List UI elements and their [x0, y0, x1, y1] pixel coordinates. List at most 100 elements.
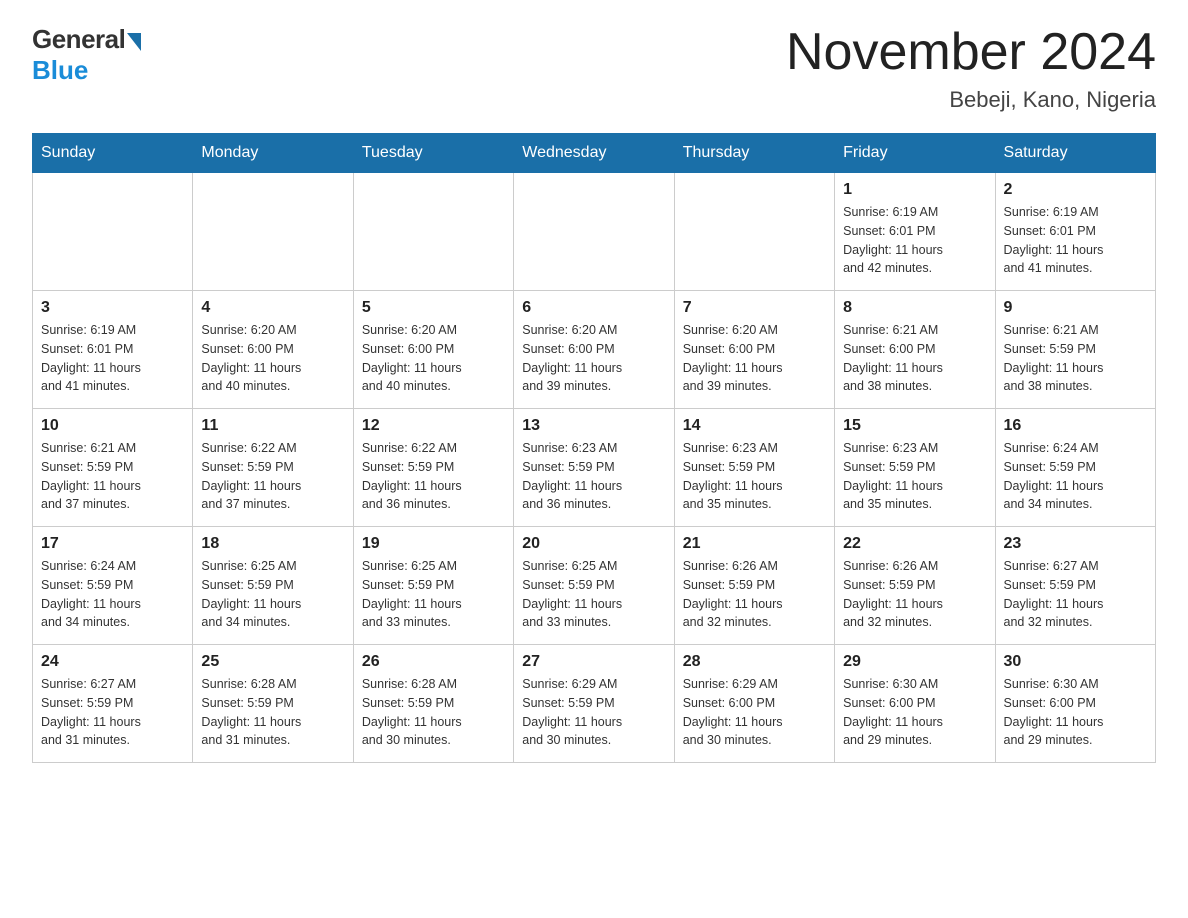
calendar-day-cell: 12Sunrise: 6:22 AMSunset: 5:59 PMDayligh…: [353, 409, 513, 527]
day-of-week-header: Thursday: [674, 134, 834, 173]
calendar-day-cell: [193, 173, 353, 291]
day-number: 3: [41, 299, 184, 317]
day-number: 15: [843, 417, 986, 435]
calendar-day-cell: 20 Sunrise: 6:25 AMSunset: 5:59 PMDayligh…: [514, 527, 674, 645]
day-number: 12: [362, 417, 505, 435]
calendar-week-row: 3 Sunrise: 6:19 AMSunset: 6:01 PMDaylight…: [33, 291, 1156, 409]
day-info: Sunrise: 6:19 AMSunset: 6:01 PMDaylight:…: [41, 321, 184, 396]
day-info: Sunrise: 6:27 AMSunset: 5:59 PMDaylight:…: [41, 675, 184, 750]
calendar-day-cell: [353, 173, 513, 291]
calendar-day-cell: [674, 173, 834, 291]
day-info: Sunrise: 6:21 AMSunset: 6:00 PMDaylight:…: [843, 321, 986, 396]
day-info: Sunrise: 6:27 AMSunset: 5:59 PMDaylight:…: [1004, 557, 1147, 632]
day-info: Sunrise: 6:20 AMSunset: 6:00 PMDaylight:…: [522, 321, 665, 396]
calendar-day-cell: 22Sunrise: 6:26 AMSunset: 5:59 PMDayligh…: [835, 527, 995, 645]
day-info: Sunrise: 6:19 AMSunset: 6:01 PMDaylight:…: [843, 203, 986, 278]
logo-arrow-icon: [127, 33, 141, 51]
calendar-day-cell: 9 Sunrise: 6:21 AMSunset: 5:59 PMDaylight…: [995, 291, 1155, 409]
day-info: Sunrise: 6:23 AMSunset: 5:59 PMDaylight:…: [522, 439, 665, 514]
day-info: Sunrise: 6:23 AMSunset: 5:59 PMDaylight:…: [843, 439, 986, 514]
day-info: Sunrise: 6:28 AMSunset: 5:59 PMDaylight:…: [201, 675, 344, 750]
day-of-week-header: Tuesday: [353, 134, 513, 173]
day-info: Sunrise: 6:20 AMSunset: 6:00 PMDaylight:…: [201, 321, 344, 396]
calendar-day-cell: 16 Sunrise: 6:24 AMSunset: 5:59 PMDayligh…: [995, 409, 1155, 527]
calendar-day-cell: 7 Sunrise: 6:20 AMSunset: 6:00 PMDaylight…: [674, 291, 834, 409]
calendar-day-cell: 21 Sunrise: 6:26 AMSunset: 5:59 PMDayligh…: [674, 527, 834, 645]
calendar-week-row: 1 Sunrise: 6:19 AMSunset: 6:01 PMDaylight…: [33, 173, 1156, 291]
day-number: 7: [683, 299, 826, 317]
calendar-day-cell: 8 Sunrise: 6:21 AMSunset: 6:00 PMDaylight…: [835, 291, 995, 409]
day-info: Sunrise: 6:25 AMSunset: 5:59 PMDaylight:…: [362, 557, 505, 632]
calendar-day-cell: 11 Sunrise: 6:22 AMSunset: 5:59 PMDayligh…: [193, 409, 353, 527]
calendar-day-cell: 27 Sunrise: 6:29 AMSunset: 5:59 PMDayligh…: [514, 645, 674, 763]
day-number: 20: [522, 535, 665, 553]
calendar-day-cell: 24Sunrise: 6:27 AMSunset: 5:59 PMDayligh…: [33, 645, 193, 763]
day-info: Sunrise: 6:24 AMSunset: 5:59 PMDaylight:…: [1004, 439, 1147, 514]
calendar-day-cell: 14 Sunrise: 6:23 AMSunset: 5:59 PMDayligh…: [674, 409, 834, 527]
calendar-day-cell: 10 Sunrise: 6:21 AMSunset: 5:59 PMDayligh…: [33, 409, 193, 527]
calendar-subtitle: Bebeji, Kano, Nigeria: [786, 87, 1156, 113]
day-number: 27: [522, 653, 665, 671]
day-number: 2: [1004, 181, 1147, 199]
day-number: 23: [1004, 535, 1147, 553]
day-number: 25: [201, 653, 344, 671]
calendar-day-cell: [33, 173, 193, 291]
day-info: Sunrise: 6:30 AMSunset: 6:00 PMDaylight:…: [1004, 675, 1147, 750]
day-number: 18: [201, 535, 344, 553]
calendar-day-cell: 3 Sunrise: 6:19 AMSunset: 6:01 PMDaylight…: [33, 291, 193, 409]
calendar-day-cell: 26 Sunrise: 6:28 AMSunset: 5:59 PMDayligh…: [353, 645, 513, 763]
day-number: 5: [362, 299, 505, 317]
day-info: Sunrise: 6:21 AMSunset: 5:59 PMDaylight:…: [1004, 321, 1147, 396]
day-info: Sunrise: 6:30 AMSunset: 6:00 PMDaylight:…: [843, 675, 986, 750]
day-number: 11: [201, 417, 344, 435]
title-area: November 2024 Bebeji, Kano, Nigeria: [786, 24, 1156, 113]
day-info: Sunrise: 6:25 AMSunset: 5:59 PMDaylight:…: [201, 557, 344, 632]
logo-general-text: General: [32, 24, 125, 55]
day-info: Sunrise: 6:29 AMSunset: 5:59 PMDaylight:…: [522, 675, 665, 750]
day-number: 30: [1004, 653, 1147, 671]
day-info: Sunrise: 6:29 AMSunset: 6:00 PMDaylight:…: [683, 675, 826, 750]
calendar-day-cell: 29Sunrise: 6:30 AMSunset: 6:00 PMDayligh…: [835, 645, 995, 763]
day-number: 26: [362, 653, 505, 671]
day-of-week-header: Wednesday: [514, 134, 674, 173]
calendar-day-cell: 19 Sunrise: 6:25 AMSunset: 5:59 PMDayligh…: [353, 527, 513, 645]
calendar-day-cell: 4Sunrise: 6:20 AMSunset: 6:00 PMDaylight…: [193, 291, 353, 409]
calendar-day-cell: 18 Sunrise: 6:25 AMSunset: 5:59 PMDayligh…: [193, 527, 353, 645]
day-info: Sunrise: 6:28 AMSunset: 5:59 PMDaylight:…: [362, 675, 505, 750]
calendar-week-row: 17 Sunrise: 6:24 AMSunset: 5:59 PMDayligh…: [33, 527, 1156, 645]
day-number: 19: [362, 535, 505, 553]
day-info: Sunrise: 6:21 AMSunset: 5:59 PMDaylight:…: [41, 439, 184, 514]
day-number: 13: [522, 417, 665, 435]
day-number: 10: [41, 417, 184, 435]
day-number: 8: [843, 299, 986, 317]
calendar-day-cell: 15 Sunrise: 6:23 AMSunset: 5:59 PMDayligh…: [835, 409, 995, 527]
day-of-week-header: Saturday: [995, 134, 1155, 173]
day-info: Sunrise: 6:25 AMSunset: 5:59 PMDaylight:…: [522, 557, 665, 632]
day-number: 1: [843, 181, 986, 199]
day-info: Sunrise: 6:20 AMSunset: 6:00 PMDaylight:…: [683, 321, 826, 396]
calendar-day-cell: 2 Sunrise: 6:19 AMSunset: 6:01 PMDaylight…: [995, 173, 1155, 291]
day-number: 14: [683, 417, 826, 435]
logo: General Blue: [32, 24, 141, 86]
day-number: 9: [1004, 299, 1147, 317]
calendar-day-cell: 28Sunrise: 6:29 AMSunset: 6:00 PMDayligh…: [674, 645, 834, 763]
calendar-title: November 2024: [786, 24, 1156, 81]
logo-blue-text: Blue: [32, 55, 88, 86]
calendar-day-cell: 25 Sunrise: 6:28 AMSunset: 5:59 PMDayligh…: [193, 645, 353, 763]
day-info: Sunrise: 6:26 AMSunset: 5:59 PMDaylight:…: [683, 557, 826, 632]
day-number: 22: [843, 535, 986, 553]
day-info: Sunrise: 6:22 AMSunset: 5:59 PMDaylight:…: [201, 439, 344, 514]
day-of-week-header: Friday: [835, 134, 995, 173]
day-number: 17: [41, 535, 184, 553]
day-info: Sunrise: 6:20 AMSunset: 6:00 PMDaylight:…: [362, 321, 505, 396]
calendar-header-row: SundayMondayTuesdayWednesdayThursdayFrid…: [33, 134, 1156, 173]
day-info: Sunrise: 6:19 AMSunset: 6:01 PMDaylight:…: [1004, 203, 1147, 278]
day-number: 21: [683, 535, 826, 553]
day-number: 16: [1004, 417, 1147, 435]
calendar-day-cell: 5 Sunrise: 6:20 AMSunset: 6:00 PMDaylight…: [353, 291, 513, 409]
calendar-day-cell: 1 Sunrise: 6:19 AMSunset: 6:01 PMDaylight…: [835, 173, 995, 291]
day-of-week-header: Sunday: [33, 134, 193, 173]
day-of-week-header: Monday: [193, 134, 353, 173]
day-info: Sunrise: 6:23 AMSunset: 5:59 PMDaylight:…: [683, 439, 826, 514]
day-info: Sunrise: 6:24 AMSunset: 5:59 PMDaylight:…: [41, 557, 184, 632]
